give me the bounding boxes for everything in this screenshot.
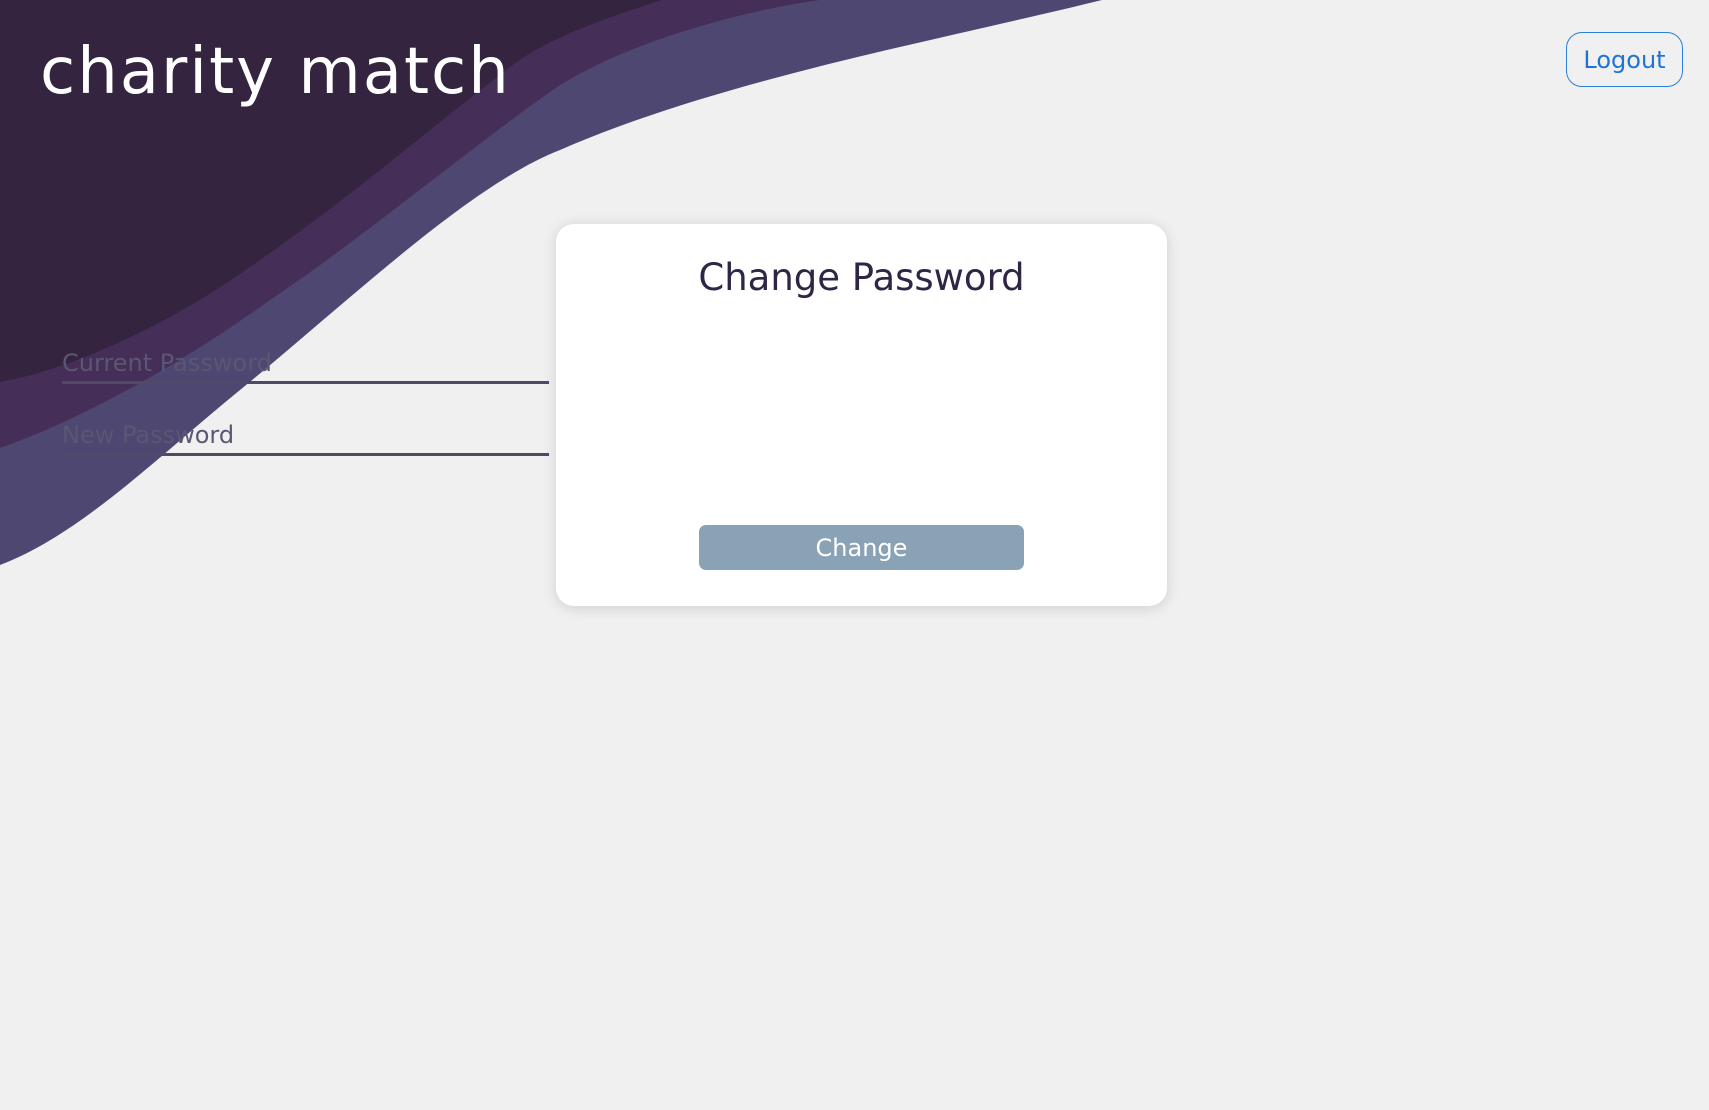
change-password-card: Change Password Change [556,224,1167,606]
brand-logo-text: charity match [40,35,511,109]
card-title: Change Password [698,256,1025,299]
new-password-field[interactable] [62,416,549,456]
logout-button[interactable]: Logout [1566,32,1683,87]
current-password-field[interactable] [62,344,549,384]
change-button[interactable]: Change [699,525,1024,570]
